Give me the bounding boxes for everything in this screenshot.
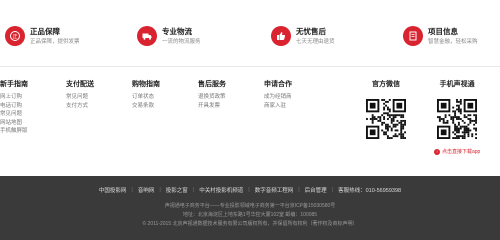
link-separator: | (159, 187, 161, 193)
footer-icp-line: 声视通电子商务平台——专业投影领域电子商务第一平台京ICP备15030580号 (164, 203, 336, 209)
footer-copyright-line: © 2011-2015 北京声视通数据技术服务有限公司版权所有，并保留所有权利（… (142, 221, 358, 227)
footer-link-zol-projector[interactable]: 中关村投影机频道 (199, 186, 243, 194)
footer-link-audio-net[interactable]: 音响网 (138, 186, 155, 194)
truck-icon (137, 26, 157, 46)
app-download-link[interactable]: ! 点击直接下载app (434, 148, 480, 155)
footer-link[interactable]: 退换货政策 (198, 93, 226, 102)
footer-link[interactable]: 电话订购 (0, 102, 28, 111)
app-download-label: 点击直接下载app (442, 149, 481, 155)
feature-desc: 智慧金融，轻松采购 (428, 39, 478, 45)
link-separator: | (298, 187, 300, 193)
section-divider (0, 66, 500, 67)
feature-title: 无忧售后 (296, 27, 326, 36)
mobile-qr-code (437, 99, 478, 139)
wechat-qr-code (366, 99, 406, 139)
wechat-qr-block: 官方微信 (366, 79, 406, 144)
feature-bar: 正 正品保障 正品保障，提供发票 专业物流 一流的物流服务 无忧售后 七天无理由… (0, 0, 500, 68)
footer-link-projector-net[interactable]: 中国投影网 (99, 186, 127, 194)
mobile-title: 手机声视通 (439, 81, 475, 88)
column-title: 新手指南 (0, 81, 28, 88)
column-service: 售后服务 退换货政策 开具发票 (198, 79, 226, 110)
footer-link[interactable]: 商家入驻 (264, 102, 292, 111)
column-title: 购物指南 (132, 81, 160, 88)
feature-title: 项目信息 (428, 27, 458, 36)
footer-link[interactable]: 支付方式 (66, 102, 94, 111)
link-separator: | (248, 187, 250, 193)
mobile-qr-block: 手机声视通 ! 点击直接下载app (434, 79, 480, 155)
footer-link[interactable]: 常见问题 (0, 110, 28, 119)
feature-logistics: 专业物流 一流的物流服务 (137, 26, 201, 48)
column-payment: 支付配送 常见问题 支付方式 (66, 79, 94, 110)
footer-link[interactable]: 成为经销商 (264, 93, 292, 102)
feature-title: 正品保障 (30, 27, 60, 36)
footer-link[interactable]: 订单状态 (132, 93, 160, 102)
footer-link[interactable]: 手机触屏版 (0, 127, 28, 136)
column-title: 申请合作 (264, 81, 292, 88)
alert-icon: ! (434, 148, 440, 155)
footer-link-digital-audio[interactable]: 数字音频工程网 (255, 186, 294, 194)
site-footer: 中国投影网 | 音响网 | 投影之窗 | 中关村投影机频道 | 数字音频工程网 … (0, 176, 500, 240)
column-partner: 申请合作 成为经销商 商家入驻 (264, 79, 292, 110)
svg-text:正: 正 (12, 34, 17, 40)
feature-project-info: 项目信息 智慧金融，轻松采购 (403, 26, 478, 48)
footer-link-projector-window[interactable]: 投影之窗 (166, 186, 188, 194)
footer-link[interactable]: 交易条款 (132, 102, 160, 111)
column-title: 售后服务 (198, 81, 226, 88)
authentic-icon: 正 (5, 26, 25, 46)
feature-desc: 七天无理由退货 (296, 39, 335, 45)
footer-link[interactable]: 网站地图 (0, 119, 28, 128)
wechat-title: 官方微信 (372, 81, 400, 88)
feature-authentic: 正 正品保障 正品保障，提供发票 (5, 26, 80, 48)
footer-link[interactable]: 常见问题 (66, 93, 94, 102)
info-icon (403, 26, 423, 46)
link-separator: | (331, 187, 334, 193)
link-separator: | (192, 187, 195, 193)
footer-link[interactable]: 网上订购 (0, 93, 28, 102)
thumbs-up-icon (271, 26, 291, 46)
link-separator: | (131, 187, 133, 193)
feature-aftersale: 无忧售后 七天无理由退货 (271, 26, 335, 48)
column-shopping: 购物指南 订单状态 交易条款 (132, 79, 160, 110)
feature-title: 专业物流 (162, 27, 192, 36)
footer-link-bar: 中国投影网 | 音响网 | 投影之窗 | 中关村投影机频道 | 数字音频工程网 … (0, 186, 500, 194)
hotline: 客服热线：010-56959398 (338, 188, 402, 194)
column-guide: 新手指南 网上订购 电话订购 常见问题 网站地图 手机触屏版 (0, 79, 28, 136)
footer-link[interactable]: 开具发票 (198, 102, 226, 111)
feature-desc: 正品保障，提供发票 (30, 39, 80, 45)
footer-address-line: 地址：北京海淀区上地东路1号华控大厦102室 邮编：100085 (182, 212, 318, 218)
column-title: 支付配送 (66, 81, 94, 88)
feature-desc: 一流的物流服务 (162, 39, 201, 45)
footer-link-admin[interactable]: 后台管理 (305, 186, 327, 194)
